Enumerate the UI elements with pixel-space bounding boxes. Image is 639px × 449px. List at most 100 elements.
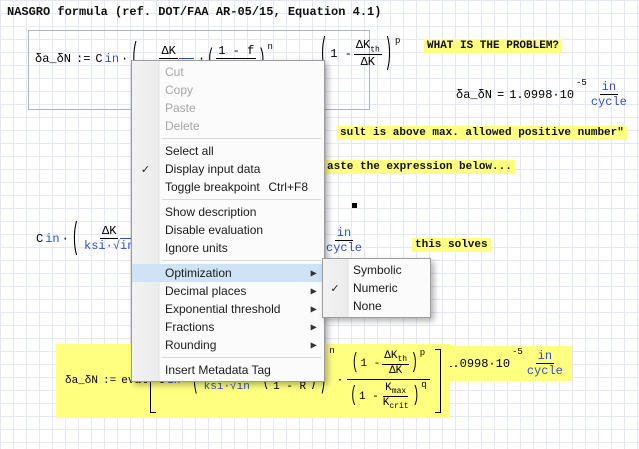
open-paren: (	[352, 352, 359, 375]
optimization-submenu: Symbolic ✓ Numeric None	[322, 258, 431, 318]
menu-item-display-input-data[interactable]: ✓ Display input data	[132, 160, 324, 178]
menu-item-label: Optimization	[165, 266, 232, 280]
menu-item-shortcut: Ctrl+F8	[268, 180, 308, 194]
menu-item-cut[interactable]: Cut	[132, 63, 324, 81]
fraction-dk-over-units: ΔK ksi·√in	[82, 224, 136, 253]
submenu-item-none[interactable]: None	[323, 297, 430, 315]
menu-item-rounding[interactable]: Rounding ▶	[132, 336, 324, 354]
assign-operator: :=	[76, 52, 90, 66]
times-operator: ·	[337, 375, 344, 387]
exponent-n: n	[267, 42, 272, 52]
one-minus: 1 -	[360, 358, 380, 370]
submenu-arrow-icon: ▶	[310, 304, 316, 313]
menu-item-label: Insert Metadata Tag	[165, 363, 271, 377]
menu-item-label: Decimal places	[165, 284, 246, 298]
menu-item-label: Numeric	[353, 281, 398, 295]
fraction-numerator: ΔK	[100, 224, 118, 239]
submenu-arrow-icon: ▶	[310, 286, 316, 295]
menu-item-exponential-threshold[interactable]: Exponential threshold ▶	[132, 300, 324, 318]
menu-item-delete[interactable]: Delete	[132, 117, 324, 135]
submenu-arrow-icon: ▶	[310, 340, 316, 349]
formula-middle-result-unit[interactable]: in cycle	[323, 226, 365, 255]
fraction-numerator: ΔKth	[382, 350, 409, 365]
menu-item-optimization[interactable]: Optimization ▶	[132, 264, 324, 282]
menu-separator	[162, 357, 321, 358]
open-paren: (	[350, 385, 357, 408]
menu-item-toggle-breakpoint[interactable]: Toggle breakpoint Ctrl+F8	[132, 178, 324, 196]
fraction-denominator: ksi·√in	[82, 239, 136, 253]
result-exponent: -5	[512, 347, 523, 357]
menu-separator	[162, 260, 321, 261]
menu-item-fractions[interactable]: Fractions ▶	[132, 318, 324, 336]
worksheet-title[interactable]: NASGRO formula (ref. DOT/FAA AR-05/15, E…	[7, 5, 381, 19]
worksheet-canvas[interactable]: NASGRO formula (ref. DOT/FAA AR-05/15, E…	[0, 0, 639, 449]
submenu-arrow-icon: ▶	[310, 322, 316, 331]
assign-operator: :=	[103, 375, 116, 387]
menu-item-label: Show description	[165, 205, 256, 219]
unit-in: in	[105, 52, 119, 66]
math-coefficient: C	[95, 52, 102, 66]
menu-item-select-all[interactable]: Select all	[132, 142, 324, 160]
fraction-numerator: ΔK	[159, 44, 177, 59]
note-paste-expression[interactable]: aste the expression below...	[324, 160, 515, 174]
menu-item-label: Display input data	[165, 162, 260, 176]
unit-in: in	[45, 232, 59, 246]
menu-item-decimal-places[interactable]: Decimal places ▶	[132, 282, 324, 300]
math-lhs: δa_δN	[35, 52, 71, 66]
menu-item-label: Fractions	[165, 320, 214, 334]
menu-item-label: Disable evaluation	[165, 223, 263, 237]
eval-bracket-right	[435, 349, 441, 413]
menu-item-label: Ignore units	[165, 241, 228, 255]
formula-nasgro-top-pterm[interactable]: ( 1 - ΔKth ΔK ) p	[318, 38, 401, 69]
check-icon: ✓	[323, 279, 347, 297]
exponent-n: n	[329, 346, 334, 356]
delta-k: ΔK	[356, 38, 370, 52]
ksi-sqrt: ksi·√	[204, 381, 237, 393]
one-minus: 1 -	[330, 47, 352, 61]
fraction-denominator: 1 - R	[271, 381, 308, 393]
menu-item-label: Paste	[165, 101, 196, 115]
menu-item-copy[interactable]: Copy	[132, 81, 324, 99]
menu-item-label: Cut	[165, 65, 184, 79]
fraction-denominator: cycle	[589, 95, 629, 109]
big-fraction-numerator: ( 1 - ΔKth ΔK ) p	[347, 348, 430, 380]
k-base: K	[385, 382, 392, 394]
fraction-denominator: ΔK	[359, 55, 377, 69]
menu-item-label: Rounding	[165, 338, 216, 352]
fraction-denominator: cycle	[525, 364, 565, 378]
open-paren: (	[72, 217, 79, 259]
close-paren: )	[413, 385, 420, 408]
subscript-max: max	[392, 387, 406, 396]
menu-item-show-description[interactable]: Show description	[132, 203, 324, 221]
note-what-is-the-problem[interactable]: WHAT IS THE PROBLEM?	[424, 39, 562, 53]
menu-item-paste[interactable]: Paste	[132, 99, 324, 117]
fraction-numerator: Kmax	[383, 382, 408, 397]
menu-item-label: Toggle breakpoint	[165, 180, 260, 194]
menu-item-label: Exponential threshold	[165, 302, 280, 316]
subscript-th: th	[370, 45, 380, 54]
close-paren: )	[411, 352, 418, 375]
fraction-denominator: Kcrit	[381, 397, 411, 411]
exponent-p: p	[420, 348, 425, 358]
menu-item-disable-evaluation[interactable]: Disable evaluation	[132, 221, 324, 239]
exponent-q: q	[421, 380, 426, 390]
submenu-item-numeric[interactable]: ✓ Numeric	[323, 279, 430, 297]
note-error-message[interactable]: sult is above max. allowed positive numb…	[337, 126, 627, 140]
result-value: 1.0998·10	[445, 357, 510, 371]
big-fraction-p-over-q: ( 1 - ΔKth ΔK ) p ( 1 - Kmax Kcrit ) q	[345, 348, 431, 414]
menu-item-insert-metadata-tag[interactable]: Insert Metadata Tag	[132, 361, 324, 379]
submenu-item-symbolic[interactable]: Symbolic	[323, 261, 430, 279]
note-this-solves[interactable]: this solves	[412, 238, 491, 252]
result-top[interactable]: δa_δN = 1.0998·10 -5 in cycle	[455, 80, 630, 109]
menu-item-ignore-units[interactable]: Ignore units	[132, 239, 324, 257]
fraction-denominator: cycle	[324, 241, 364, 255]
context-menu: Cut Copy Paste Delete Select all ✓ Displ…	[131, 60, 325, 382]
check-icon: ✓	[132, 160, 159, 178]
unit-fraction-in-per-cycle: in cycle	[589, 80, 629, 109]
times-operator: ·	[62, 232, 69, 246]
times-operator: ·	[121, 52, 128, 66]
unit-fraction-in-per-cycle: in cycle	[324, 226, 364, 255]
selection-handle[interactable]	[352, 203, 357, 208]
subscript-th: th	[397, 355, 407, 364]
menu-item-label: Delete	[165, 119, 200, 133]
